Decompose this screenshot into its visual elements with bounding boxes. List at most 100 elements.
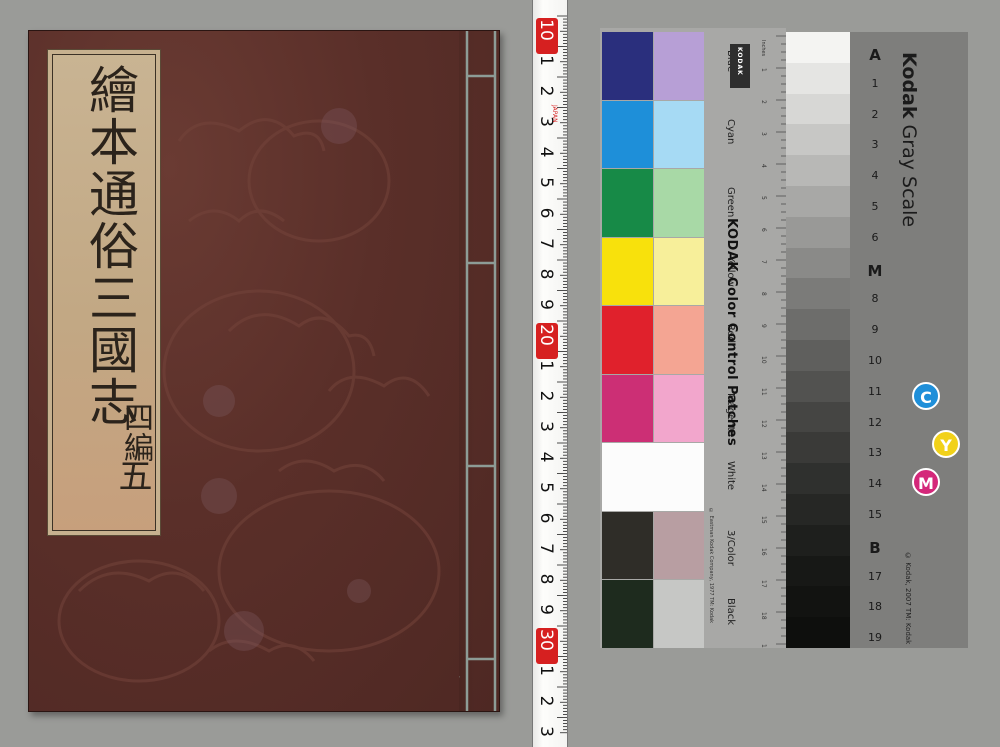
inch-label: Inches bbox=[760, 40, 766, 57]
gray-step-label: 3 bbox=[871, 138, 879, 152]
ruler-number: 2 bbox=[536, 391, 556, 402]
inch-number: 4 bbox=[760, 164, 767, 168]
gray-scale-copyright: © Kodak, 2007 TM: Kodak bbox=[904, 552, 912, 645]
gray-step-label: B bbox=[869, 538, 881, 557]
ruler-number: 3 bbox=[536, 726, 556, 737]
patch-red-tint bbox=[654, 306, 704, 374]
patch-cyan-solid bbox=[602, 100, 653, 168]
patch-black-solid bbox=[602, 580, 653, 648]
gray-scale-strip bbox=[786, 32, 850, 649]
gray-step bbox=[786, 463, 850, 495]
inch-number: 3 bbox=[760, 132, 767, 136]
ruler-number: 8 bbox=[536, 269, 556, 280]
gray-step bbox=[786, 555, 850, 587]
patch-3color-solid bbox=[602, 511, 653, 579]
book-cover: 繪本通俗三國志 四編 五 bbox=[28, 30, 500, 712]
ruler-number: 1 bbox=[536, 665, 556, 676]
gray-step bbox=[786, 62, 850, 95]
inch-number: 12 bbox=[760, 420, 767, 428]
ruler-scale: 101234567892012345678930123JAPAN bbox=[536, 15, 567, 737]
ruler-number: 1 bbox=[536, 360, 556, 371]
patch-white bbox=[602, 443, 704, 511]
ruler-number: 5 bbox=[536, 482, 556, 493]
patch-green-solid bbox=[602, 169, 653, 237]
gray-step-label: 1 bbox=[871, 76, 879, 90]
patch-label: Green bbox=[725, 187, 736, 218]
gray-step bbox=[786, 32, 850, 64]
gray-step bbox=[786, 494, 850, 526]
gray-step-label: 15 bbox=[868, 508, 882, 521]
patch-magenta-solid bbox=[602, 374, 653, 442]
volume-number: 五 bbox=[112, 458, 152, 492]
ruler-number: 2 bbox=[536, 696, 556, 707]
gray-step bbox=[786, 247, 850, 279]
gray-step bbox=[786, 309, 850, 341]
kodak-gray-scale-card: A 1 2 3 4 5 6 M 8 9 10 11 12 13 14 15 B 17 18 19 Kodak Gray… bbox=[786, 32, 968, 649]
patch-label: White bbox=[725, 461, 736, 491]
gray-step-label: 18 bbox=[868, 600, 882, 614]
gray-step bbox=[786, 401, 850, 433]
kodak-color-control-card: BlueCyanGreenYellowRedMagentaWhite3/Colo… bbox=[600, 28, 786, 648]
patch-3color-tint bbox=[654, 511, 704, 579]
inch-number: 14 bbox=[760, 484, 767, 492]
inch-number: 19 bbox=[760, 644, 767, 648]
gray-step bbox=[786, 524, 850, 557]
gray-step-label: 19 bbox=[868, 631, 882, 645]
ruler-number: 4 bbox=[536, 452, 556, 463]
ruler-number: 10 bbox=[536, 19, 556, 41]
inch-number: 18 bbox=[760, 612, 767, 620]
gray-step bbox=[786, 432, 850, 464]
gray-step bbox=[786, 278, 850, 310]
ruler-number: 20 bbox=[536, 324, 556, 346]
inch-number: 1 bbox=[760, 68, 767, 72]
gray-step-label: 12 bbox=[868, 415, 882, 429]
ruler-number: 9 bbox=[536, 299, 556, 310]
ruler-number: 8 bbox=[536, 574, 556, 585]
gray-step bbox=[786, 340, 850, 372]
inch-number: 11 bbox=[760, 388, 767, 396]
inch-number: 2 bbox=[760, 100, 767, 104]
ruler-number: 3 bbox=[536, 421, 556, 432]
patch-blue-tint bbox=[654, 32, 704, 100]
gray-step bbox=[786, 93, 850, 125]
binding-thread bbox=[459, 31, 497, 711]
gray-step bbox=[786, 155, 850, 187]
cmy-dot-m: M bbox=[912, 468, 940, 496]
patch-blue-solid bbox=[602, 32, 653, 100]
gray-step bbox=[786, 124, 850, 156]
ruler-number: 9 bbox=[536, 604, 556, 615]
title-slip: 繪本通俗三國志 四編 五 bbox=[47, 49, 161, 536]
spine-binding bbox=[459, 31, 499, 711]
gray-step-label: A bbox=[869, 46, 881, 64]
inch-number: 9 bbox=[760, 324, 767, 328]
gray-step-label: 5 bbox=[871, 200, 879, 213]
gray-step-label: 4 bbox=[871, 169, 879, 183]
inch-scale: Inches12345678910111213141516171819 bbox=[760, 35, 786, 648]
patch-yellow-tint bbox=[654, 237, 704, 305]
ruler-number: 7 bbox=[536, 238, 556, 249]
inch-number: 17 bbox=[760, 580, 767, 588]
gray-step bbox=[786, 617, 850, 649]
ruler-number: 5 bbox=[536, 177, 556, 188]
gray-step-label: 8 bbox=[871, 292, 879, 306]
measuring-ruler: 10 1 2 3 4 5 6 7 8 9 20 1 2 3 4 5 6 7 8 9 30 1 2 3 JAPAN bbox=[532, 0, 568, 747]
gray-step bbox=[786, 586, 850, 618]
volume-label: 四編 bbox=[118, 402, 153, 462]
ruler-number: 2 bbox=[536, 86, 556, 97]
gray-step-label: 10 bbox=[868, 354, 882, 367]
kodak-logo: KODAK bbox=[730, 44, 750, 88]
ruler-number: 6 bbox=[536, 208, 556, 219]
patch-green-tint bbox=[654, 169, 704, 237]
inch-number: 15 bbox=[760, 516, 767, 524]
inch-number: 5 bbox=[760, 196, 767, 200]
gray-step bbox=[786, 370, 850, 403]
gray-step bbox=[786, 216, 850, 249]
patch-black-tint bbox=[654, 580, 704, 648]
gray-step-label: 17 bbox=[868, 569, 882, 583]
book-title: 繪本通俗三國志 bbox=[81, 64, 139, 428]
inch-number: 7 bbox=[760, 260, 767, 264]
ruler-number: 4 bbox=[536, 147, 556, 158]
gray-step-label: 6 bbox=[871, 230, 879, 244]
gray-scale-name: Gray Scale bbox=[898, 124, 920, 228]
ruler-number: 1 bbox=[536, 55, 556, 66]
